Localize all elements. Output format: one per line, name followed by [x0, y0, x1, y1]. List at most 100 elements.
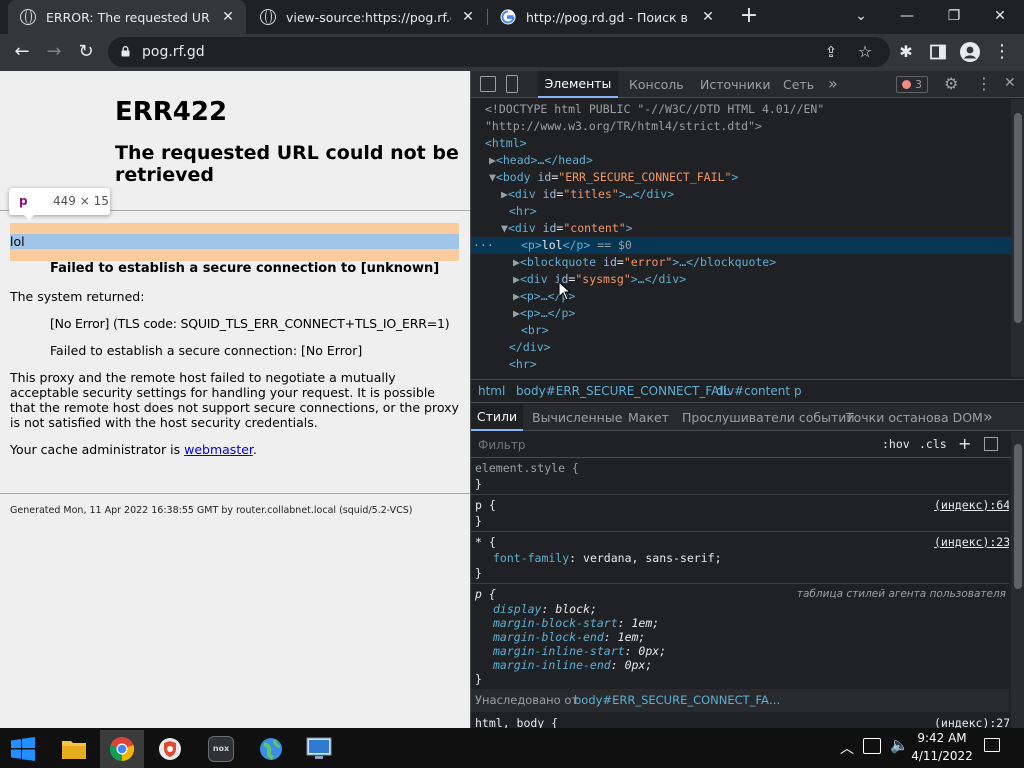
mouse-cursor-icon [558, 281, 572, 301]
more-tabs-icon[interactable]: » [828, 74, 838, 93]
html-body-rule-selector[interactable]: html, body { [475, 716, 558, 728]
html-body-source-link[interactable]: (индекс):27 [934, 716, 1009, 728]
tab-sources[interactable]: Источники [700, 77, 771, 92]
tooltip-size: 449 × 15 [53, 194, 109, 208]
tab-styles[interactable]: Стили [471, 404, 523, 431]
footer-divider [0, 493, 470, 494]
tab-network[interactable]: Сеть [783, 77, 814, 92]
crumb-html[interactable]: html [478, 380, 505, 402]
tab-dom-breakpoints[interactable]: Точки останова DOM [846, 410, 983, 425]
tab-layout[interactable]: Макет [628, 410, 669, 425]
margin-highlight-top [10, 223, 459, 234]
styles-filter-bar: :hov .cls + [471, 432, 1024, 458]
tab-computed[interactable]: Вычисленные [532, 410, 622, 425]
cls-button[interactable]: .cls [919, 437, 947, 451]
device-toolbar-icon[interactable] [506, 75, 518, 93]
star-rule-selector[interactable]: * { [475, 535, 496, 549]
settings-gear-icon[interactable]: ⚙ [944, 74, 958, 93]
close-tab-icon[interactable]: ✕ [220, 9, 236, 25]
file-explorer-taskbar[interactable] [52, 730, 96, 768]
hov-button[interactable]: :hov [882, 437, 910, 451]
p-rule-source-link[interactable]: (индекс):64 [934, 498, 1009, 512]
ua-decl-margin-inline-end: margin-inline-end: 0px; [493, 658, 653, 672]
close-tab-icon[interactable]: ✕ [460, 9, 476, 25]
clock-time[interactable]: 9:42 AM [912, 731, 972, 745]
notifications-icon[interactable] [984, 738, 1000, 752]
window-close-icon[interactable]: ✕ [977, 0, 1023, 34]
close-tab-icon[interactable]: ✕ [700, 9, 716, 25]
back-icon[interactable]: ← [8, 38, 36, 66]
reload-icon[interactable]: ↻ [72, 38, 100, 66]
chrome-taskbar[interactable] [100, 730, 144, 768]
dom-hr-2[interactable]: <hr> [509, 356, 537, 373]
volume-icon[interactable]: 🔈 [890, 736, 909, 754]
font-family-declaration[interactable]: font-family: verdana, sans-serif; [493, 551, 722, 565]
dom-div-close[interactable]: </div> [509, 339, 551, 356]
inspect-element-icon[interactable] [480, 76, 496, 92]
network-tray-icon[interactable] [863, 738, 881, 754]
row-ellipsis-icon[interactable]: ··· [473, 237, 494, 254]
inherited-from-link[interactable]: body#ERR_SECURE_CONNECT_FA… [574, 689, 780, 712]
styles-scrollbar[interactable] [1011, 432, 1024, 728]
crumb-p[interactable]: p [794, 380, 802, 402]
dom-div-sysmsg[interactable]: ▶<div id="sysmsg">…</div> [513, 271, 686, 288]
tab-error[interactable]: ERROR: The requested URL could not be re… [8, 0, 246, 34]
dom-div-content[interactable]: ▼<div id="content"> [501, 220, 633, 237]
error-counter[interactable]: 3 [896, 76, 928, 93]
cache-admin-period: . [252, 442, 257, 457]
inherited-header: Унаследовано от body#ERR_SECURE_CONNECT_… [471, 689, 1009, 712]
crumb-body[interactable]: body#ERR_SECURE_CONNECT_FAIL [516, 380, 730, 402]
star-rule-source-link[interactable]: (индекс):23 [934, 535, 1009, 549]
dom-scrollbar[interactable] [1011, 99, 1024, 377]
devtools-menu-icon[interactable]: ⋮ [976, 74, 992, 93]
restore-icon[interactable]: ❐ [931, 0, 977, 34]
dom-p-collapsed-2[interactable]: ▶<p>…</p> [513, 305, 575, 322]
clock-date[interactable]: 4/11/2022 [908, 749, 976, 763]
tray-chevron-icon[interactable]: ︿ [840, 738, 854, 758]
tab-elements[interactable]: Элементы [538, 71, 618, 98]
webmaster-link[interactable]: webmaster [184, 442, 253, 457]
new-style-rule-button[interactable]: + [958, 434, 971, 453]
bookmark-star-icon[interactable]: ☆ [854, 41, 876, 63]
nox-icon: nox [208, 736, 234, 762]
profile-icon[interactable] [956, 38, 984, 66]
footer-generated: Generated Mon, 11 Apr 2022 16:38:55 GMT … [10, 505, 413, 516]
tab-search-icon[interactable]: ⌄ [838, 0, 884, 34]
network-app-taskbar[interactable] [249, 730, 293, 768]
dom-div-titles[interactable]: ▶<div id="titles">…</div> [501, 186, 674, 203]
forward-icon[interactable]: → [40, 38, 68, 66]
shield-app-taskbar[interactable] [148, 730, 192, 768]
crumb-div-content[interactable]: div#content [716, 380, 790, 402]
new-tab-button[interactable]: + [737, 5, 761, 29]
dom-p-selected[interactable]: <p>lol</p> == $0 [521, 237, 632, 254]
nox-taskbar[interactable]: nox [199, 730, 243, 768]
dom-br[interactable]: <br> [521, 322, 549, 339]
styles-filter-input[interactable] [474, 435, 869, 455]
extensions-icon[interactable]: ✱ [892, 38, 920, 66]
folder-icon [62, 741, 86, 759]
element-style-selector[interactable]: element.style { [475, 461, 579, 475]
devtools-close-icon[interactable]: ✕ [1004, 75, 1016, 91]
menu-kebab-icon[interactable]: ⋮ [988, 38, 1016, 66]
share-icon[interactable]: ⇪ [820, 41, 842, 63]
tab-console[interactable]: Консоль [629, 77, 684, 92]
dom-head[interactable]: ▶<head>…</head> [489, 152, 593, 169]
cache-admin-line: Your cache administrator is webmaster. [10, 442, 257, 457]
toggle-sidebar-icon[interactable] [984, 437, 998, 451]
tab-google-search[interactable]: http://pog.rd.gd - Поиск в Google ✕ [488, 0, 726, 34]
dom-blockquote[interactable]: ▶<blockquote id="error">…</blockquote> [513, 254, 776, 271]
start-button[interactable] [0, 730, 44, 768]
p-rule-selector[interactable]: p { [475, 498, 496, 512]
error-count: 3 [915, 78, 922, 91]
remote-desktop-taskbar[interactable] [297, 730, 341, 768]
address-bar[interactable]: pog.rf.gd ⇪ ☆ [108, 37, 890, 67]
tab-view-source[interactable]: view-source:https://pog.rf.gd ✕ [248, 0, 486, 34]
dom-html[interactable]: <html> [485, 135, 527, 152]
ua-decl-margin-block-start: margin-block-start: 1em; [493, 616, 660, 630]
tab-event-listeners[interactable]: Прослушиватели событий [682, 410, 855, 425]
dom-body[interactable]: ▼<body id="ERR_SECURE_CONNECT_FAIL"> [489, 169, 738, 186]
more-style-tabs-icon[interactable]: » [983, 407, 993, 426]
minimize-icon[interactable]: — [884, 0, 930, 34]
side-panel-icon[interactable] [924, 38, 952, 66]
dom-hr[interactable]: <hr> [509, 203, 537, 220]
